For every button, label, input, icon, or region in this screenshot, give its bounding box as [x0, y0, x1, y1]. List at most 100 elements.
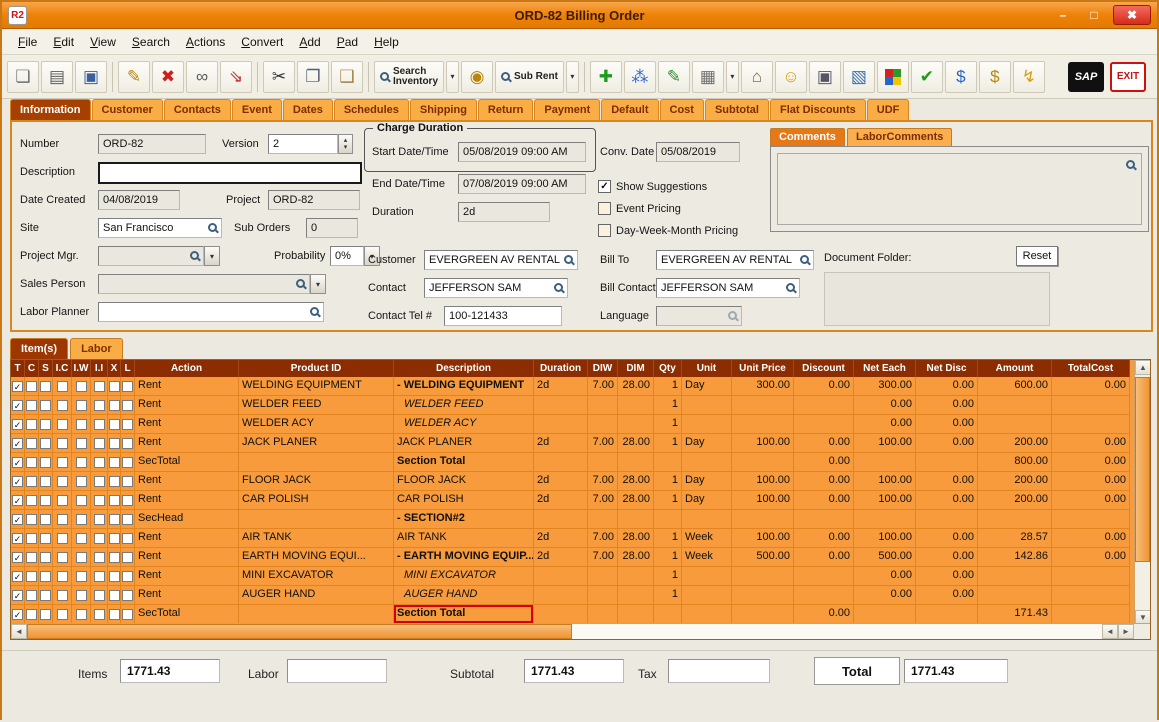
cell-amount[interactable]: 200.00 [978, 434, 1052, 453]
tab-udf[interactable]: UDF [867, 99, 910, 120]
language-field[interactable] [656, 306, 742, 326]
row-checkbox[interactable] [26, 552, 37, 563]
cell-product[interactable] [239, 510, 394, 529]
cell-product[interactable] [239, 605, 394, 624]
row-checkbox[interactable] [109, 419, 120, 430]
cell-net-each[interactable]: 100.00 [854, 529, 916, 548]
customer-lookup-icon[interactable] [564, 255, 573, 264]
cell-total-cost[interactable]: 0.00 [1052, 491, 1130, 510]
row-checkbox[interactable] [76, 381, 87, 392]
row-checkbox[interactable] [26, 381, 37, 392]
row-checkbox[interactable] [122, 609, 133, 620]
row-checkbox[interactable] [122, 495, 133, 506]
cell-qty[interactable]: 1 [654, 586, 682, 605]
cell-desc[interactable]: Section Total [394, 605, 534, 624]
row-checkbox[interactable] [40, 438, 51, 449]
cell-net-disc[interactable]: 0.00 [916, 491, 978, 510]
cell-dim[interactable] [618, 415, 654, 434]
row-checkbox[interactable]: ✓ [12, 438, 23, 449]
cell-discount[interactable] [794, 396, 854, 415]
cell-net-disc[interactable] [916, 510, 978, 529]
cell-discount[interactable] [794, 415, 854, 434]
cube-icon[interactable] [877, 61, 909, 93]
cell-duration[interactable]: 2d [534, 548, 588, 567]
contact-lookup-icon[interactable] [554, 283, 563, 292]
cell-unit[interactable]: Day [682, 434, 732, 453]
cell-discount[interactable]: 0.00 [794, 434, 854, 453]
cell-total-cost[interactable] [1052, 510, 1130, 529]
row-checkbox[interactable] [57, 381, 68, 392]
sales-person-field[interactable] [98, 274, 310, 294]
row-checkbox[interactable] [76, 514, 87, 525]
column-header-i-w[interactable]: I.W [72, 360, 91, 377]
row-checkbox[interactable] [76, 590, 87, 601]
row-checkbox[interactable] [76, 533, 87, 544]
tab-item-s[interactable]: Item(s) [10, 338, 68, 359]
row-checkbox[interactable]: ✓ [12, 457, 23, 468]
paste-icon[interactable]: ❑ [331, 61, 363, 93]
cell-diw[interactable] [588, 396, 618, 415]
row-checkbox[interactable] [122, 552, 133, 563]
description-field[interactable] [98, 162, 362, 184]
menu-item-search[interactable]: Search [124, 31, 178, 53]
cell-product[interactable]: EARTH MOVING EQUI... [239, 548, 394, 567]
row-checkbox[interactable] [76, 457, 87, 468]
tab-dates[interactable]: Dates [283, 99, 333, 120]
row-checkbox[interactable] [26, 590, 37, 601]
cell-dim[interactable] [618, 605, 654, 624]
cell-unit[interactable] [682, 415, 732, 434]
search-inventory-dropdown[interactable]: ▾ [446, 61, 459, 93]
cell-unit-price[interactable] [732, 567, 794, 586]
copy-icon[interactable]: ❐ [297, 61, 329, 93]
cell-duration[interactable] [534, 586, 588, 605]
customer-field[interactable]: EVERGREEN AV RENTAL [424, 250, 578, 270]
cell-diw[interactable] [588, 567, 618, 586]
row-checkbox[interactable] [26, 476, 37, 487]
cell-diw[interactable] [588, 586, 618, 605]
scroll-up-arrow[interactable]: ▲ [1135, 360, 1151, 375]
cell-unit-price[interactable] [732, 415, 794, 434]
cell-discount[interactable]: 0.00 [794, 548, 854, 567]
row-checkbox[interactable] [94, 476, 105, 487]
grid-horizontal-scrollbar[interactable]: ◄ ◄ ► [11, 623, 1150, 639]
cell-total-cost[interactable]: 0.00 [1052, 453, 1130, 472]
row-checkbox[interactable] [76, 495, 87, 506]
site-field[interactable]: San Francisco [98, 218, 222, 238]
row-checkbox[interactable] [109, 400, 120, 411]
column-header-action[interactable]: Action [135, 360, 239, 377]
table-row[interactable]: ✓RentCAR POLISHCAR POLISH2d7.0028.001Day… [11, 491, 1130, 510]
start-datetime-field[interactable]: 05/08/2019 09:00 AM [458, 142, 586, 162]
cell-unit-price[interactable]: 500.00 [732, 548, 794, 567]
column-header-discount[interactable]: Discount [794, 360, 854, 377]
table-row[interactable]: ✓RentFLOOR JACKFLOOR JACK2d7.0028.001Day… [11, 472, 1130, 491]
dwm-pricing-checkbox[interactable] [598, 224, 611, 237]
row-checkbox[interactable] [40, 590, 51, 601]
row-checkbox[interactable] [122, 514, 133, 525]
cell-product[interactable]: WELDER FEED [239, 396, 394, 415]
cell-dim[interactable]: 28.00 [618, 548, 654, 567]
row-checkbox[interactable] [76, 419, 87, 430]
cell-discount[interactable] [794, 567, 854, 586]
cell-dim[interactable]: 28.00 [618, 491, 654, 510]
column-header-i-i[interactable]: I.I [91, 360, 108, 377]
row-checkbox[interactable] [57, 457, 68, 468]
column-header-s[interactable]: S [39, 360, 53, 377]
column-header-net-each[interactable]: Net Each [854, 360, 916, 377]
print-icon[interactable]: ▤ [41, 61, 73, 93]
cell-net-each[interactable]: 500.00 [854, 548, 916, 567]
bill-to-lookup-icon[interactable] [800, 255, 809, 264]
cell-duration[interactable] [534, 605, 588, 624]
row-checkbox[interactable] [122, 400, 133, 411]
row-checkbox[interactable] [76, 400, 87, 411]
cell-product[interactable]: WELDING EQUIPMENT [239, 377, 394, 396]
row-checkbox[interactable] [26, 571, 37, 582]
cell-discount[interactable]: 0.00 [794, 529, 854, 548]
row-checkbox[interactable]: ✓ [12, 400, 23, 411]
row-checkbox[interactable] [109, 438, 120, 449]
row-checkbox[interactable] [122, 381, 133, 392]
cell-net-each[interactable]: 0.00 [854, 415, 916, 434]
sub-rent-dropdown[interactable]: ▾ [566, 61, 579, 93]
cell-qty[interactable] [654, 605, 682, 624]
scroll-right-arrow[interactable]: ► [1118, 624, 1134, 639]
spin-up-icon[interactable]: ▴ [344, 137, 348, 144]
